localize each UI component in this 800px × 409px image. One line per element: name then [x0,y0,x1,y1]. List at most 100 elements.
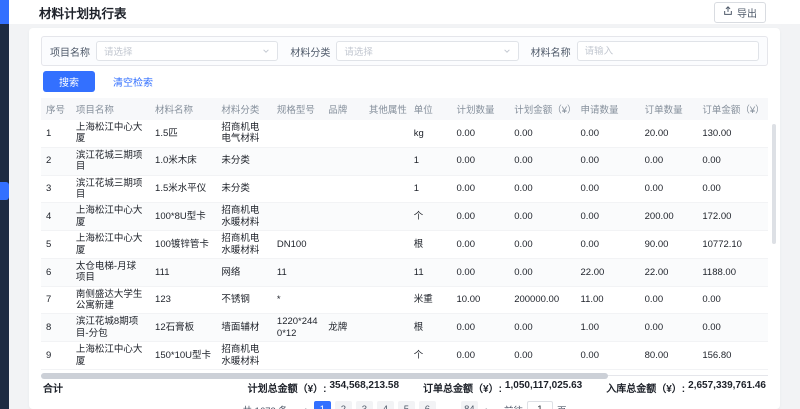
table-cell: 0.00 [451,175,509,203]
table-cell [323,147,364,175]
export-label: 导出 [737,5,757,20]
table-cell: 11.00 [575,286,639,314]
clear-search-button[interactable]: 清空检索 [109,71,157,92]
table-cell: 200000.00 [509,286,575,314]
export-icon [723,6,733,19]
table-cell [323,231,364,259]
page-button[interactable]: 2 [335,401,352,409]
table-cell: 太仓电梯-月球项目 [71,258,150,286]
table-cell: 4 [41,203,71,231]
summary-item-label: 订单总金额（¥）: [423,380,502,395]
column-header: 其他属性 [364,98,409,120]
export-button[interactable]: 导出 [714,2,766,23]
prev-page-button[interactable]: ‹ [301,404,309,409]
table-cell: 0.00 [509,203,575,231]
table-cell: 12石膏板 [150,314,216,342]
table-cell: 11 [272,258,323,286]
table-cell: 1.5匹 [150,120,216,147]
table-cell: 招商机电 水暖材料 [216,231,272,259]
summary-item: 入库总金额（¥）:2,657,339,761.46 [606,380,766,395]
table-cell: 80.00 [640,342,698,370]
table-cell: 0.00 [640,147,698,175]
table-cell: 1.00 [575,314,639,342]
table-cell: 3 [41,175,71,203]
topbar: 材料计划执行表 导出 [9,0,800,24]
content: 项目名称请选择材料分类请选择材料名称 搜索 清空检索 序号项目名称材料名称材料分… [9,24,800,409]
table-cell: 滨江花城8期项目-分包 [71,314,150,342]
column-header: 申请数量 [575,98,639,120]
filter-label: 材料名称 [531,44,571,59]
table-cell: 0.00 [451,342,509,370]
table-cell: 6 [41,258,71,286]
table-row[interactable]: 9上海松江中心大厦150*10U型卡招商机电 水暖材料个0.000.000.00… [41,342,768,370]
pagination-goto: 前往 页 [504,401,567,409]
table-cell: 111 [150,258,216,286]
sidebar-collapse-handle[interactable] [0,182,9,200]
page-button[interactable]: 3 [356,401,373,409]
table-row[interactable]: 4上海松江中心大厦100*8U型卡招商机电 水暖材料个0.000.000.002… [41,203,768,231]
next-page-button[interactable]: › [483,404,491,409]
table-cell [272,203,323,231]
filter-label: 材料分类 [290,44,330,59]
table-cell: kg [409,120,452,147]
summary-total-label: 合计 [43,380,63,395]
table-cell: 0.00 [640,286,698,314]
table-cell [272,175,323,203]
column-header: 序号 [41,98,71,120]
table-cell: 100镀锌管卡 [150,231,216,259]
table-cell: 0.00 [451,203,509,231]
table-row[interactable]: 3滨江花城三期项目1.5米水平仪未分类10.000.000.000.000.00 [41,175,768,203]
goto-suffix: 页 [557,403,567,409]
table-cell: 1.0米木床 [150,147,216,175]
table-cell: 0.00 [697,175,768,203]
table-cell: 0.00 [640,175,698,203]
vertical-scrollbar[interactable] [772,124,776,244]
table-cell [323,203,364,231]
column-header: 单位 [409,98,452,120]
table-cell: 墙面辅材 [216,314,272,342]
table-cell: 未分类 [216,147,272,175]
table-cell: 0.00 [575,147,639,175]
table-cell: 0.00 [575,175,639,203]
horizontal-scrollbar[interactable] [41,373,608,379]
table-row[interactable]: 1上海松江中心大厦1.5匹招商机电 电气材料kg0.000.000.0020.0… [41,120,768,147]
table-cell: 130.00 [697,120,768,147]
column-header: 项目名称 [71,98,150,120]
table-row[interactable]: 6太仓电梯-月球项目111网络11110.000.0022.0022.00118… [41,258,768,286]
page-button[interactable]: 4 [377,401,394,409]
table-head-row: 序号项目名称材料名称材料分类规格型号品牌其他属性单位计划数量计划金额（¥）申请数… [41,98,768,120]
material-name-input[interactable] [585,46,751,57]
table-cell: 11 [409,258,452,286]
table-cell: 90.00 [640,231,698,259]
project-name-select[interactable]: 请选择 [96,41,278,61]
table-cell: 上海松江中心大厦 [71,342,150,370]
sidebar-logo [0,0,9,24]
goto-page-input[interactable] [527,401,553,409]
table-row[interactable]: 2滨江花城三期项目1.0米木床未分类10.000.000.000.000.00 [41,147,768,175]
table-cell: 123 [150,286,216,314]
column-header: 订单数量 [640,98,698,120]
table-cell [323,286,364,314]
page-button[interactable]: 5 [398,401,415,409]
page-button[interactable]: 1 [314,401,331,409]
page-button[interactable]: 6 [419,401,436,409]
table-cell: 1188.00 [697,258,768,286]
summary-totals: 计划总金额（¥）:354,568,213.58订单总金额（¥）:1,050,11… [248,380,766,395]
table-row[interactable]: 5上海松江中心大厦100镀锌管卡招商机电 水暖材料DN100根0.000.000… [41,231,768,259]
table-row[interactable]: 7南侧盛达大学生公寓新建123不锈钢*米重10.00200000.0011.00… [41,286,768,314]
table-cell: 0.00 [575,203,639,231]
table-cell [272,120,323,147]
table-cell: 9 [41,342,71,370]
material-category-select[interactable]: 请选择 [336,41,518,61]
table-cell: * [272,286,323,314]
page-button[interactable]: 84 [461,401,478,409]
table-cell: 0.00 [451,231,509,259]
table-cell: 20.00 [640,120,698,147]
column-header: 材料分类 [216,98,272,120]
table-cell: 150*10U型卡 [150,342,216,370]
search-button[interactable]: 搜索 [43,71,95,92]
table-cell: 根 [409,314,452,342]
table-cell: 上海松江中心大厦 [71,120,150,147]
table-cell: 1 [409,175,452,203]
table-row[interactable]: 8滨江花城8期项目-分包12石膏板墙面辅材1220*2440*12龙牌根0.00… [41,314,768,342]
